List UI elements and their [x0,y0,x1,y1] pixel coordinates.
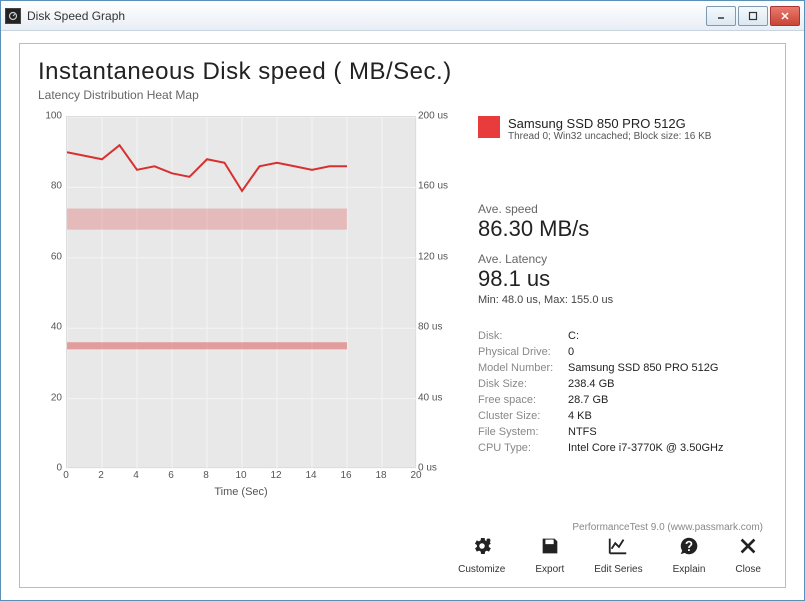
close-label: Close [735,564,761,575]
save-icon [539,535,561,562]
chart: 020406080100 0 us40 us80 us120 us160 us2… [38,112,458,502]
value-disk: C: [568,328,579,344]
close-icon [737,535,759,562]
edit-series-button[interactable]: Edit Series [588,533,648,577]
explain-label: Explain [673,564,706,575]
export-button[interactable]: Export [529,533,570,577]
gear-icon [471,535,493,562]
avg-latency-label: Ave. Latency [478,252,767,266]
titlebar: Disk Speed Graph [1,1,804,31]
x-axis-label: Time (Sec) [66,486,416,498]
y-axis-left: 020406080100 [38,112,64,468]
value-cluster-size: 4 KB [568,408,592,424]
label-cluster-size: Cluster Size: [478,408,568,424]
close-button[interactable]: Close [729,533,767,577]
label-free-space: Free space: [478,392,568,408]
label-disk-size: Disk Size: [478,376,568,392]
avg-speed-value: 86.30 MB/s [478,216,767,242]
minimize-button[interactable] [706,6,736,26]
latency-minmax: Min: 48.0 us, Max: 155.0 us [478,294,767,306]
help-icon [678,535,700,562]
label-cpu: CPU Type: [478,440,568,456]
customize-button[interactable]: Customize [452,533,511,577]
customize-label: Customize [458,564,505,575]
footer-credit: PerformanceTest 9.0 (www.passmark.com) [572,522,763,533]
value-file-system: NTFS [568,424,597,440]
edit-series-label: Edit Series [594,564,642,575]
label-model: Model Number: [478,360,568,376]
maximize-button[interactable] [738,6,768,26]
legend-swatch [478,116,500,138]
plot-area [66,116,416,468]
page-subtitle: Latency Distribution Heat Map [38,88,767,102]
legend-detail: Thread 0; Win32 uncached; Block size: 16… [508,131,711,142]
x-axis: 02468101214161820 [66,470,416,484]
value-model: Samsung SSD 850 PRO 512G [568,360,718,376]
legend: Samsung SSD 850 PRO 512G Thread 0; Win32… [478,116,767,142]
chart-icon [607,535,629,562]
value-free-space: 28.7 GB [568,392,608,408]
label-physical-drive: Physical Drive: [478,344,568,360]
disk-info: Disk:C: Physical Drive:0 Model Number:Sa… [478,328,767,456]
value-disk-size: 238.4 GB [568,376,614,392]
app-icon [5,8,21,24]
value-cpu: Intel Core i7-3770K @ 3.50GHz [568,440,723,456]
label-disk: Disk: [478,328,568,344]
close-window-button[interactable] [770,6,800,26]
export-label: Export [535,564,564,575]
legend-name: Samsung SSD 850 PRO 512G [508,116,711,131]
avg-latency-value: 98.1 us [478,266,767,292]
value-physical-drive: 0 [568,344,574,360]
avg-speed-label: Ave. speed [478,202,767,216]
toolbar: Customize Export Edit Series Explain Clo… [452,533,767,577]
page-title: Instantaneous Disk speed ( MB/Sec.) [38,58,767,86]
explain-button[interactable]: Explain [667,533,712,577]
y-axis-right: 0 us40 us80 us120 us160 us200 us [418,112,458,468]
label-file-system: File System: [478,424,568,440]
window-title: Disk Speed Graph [27,9,704,23]
